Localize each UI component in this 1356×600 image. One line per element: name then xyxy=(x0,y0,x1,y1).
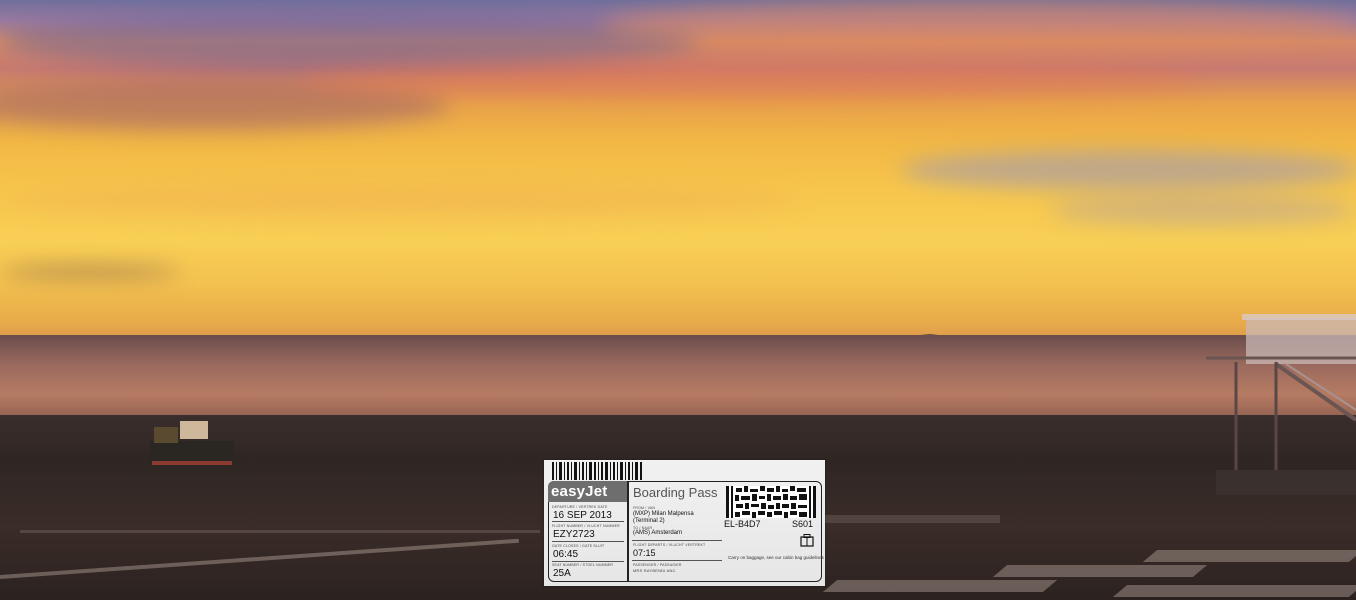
departs-label: FLIGHT DEPARTS / VLUCHT VERTREKT xyxy=(633,543,706,547)
runway-stripe xyxy=(820,515,1000,523)
brand-logo: easyJet xyxy=(551,483,608,500)
boarding-stairs xyxy=(1206,314,1356,495)
terminal: (Terminal 2) xyxy=(633,518,665,524)
boarding-pass: easyJet Boarding Pass DEPARTURE / VERTRE… xyxy=(544,460,825,586)
cabin-bag-icon xyxy=(800,534,814,547)
pass-divider xyxy=(627,481,629,582)
barcode xyxy=(552,462,642,480)
runway-dash xyxy=(20,530,540,533)
destination: (AMS) Amsterdam xyxy=(633,530,683,536)
passenger-name: MRS RAYBENDI ANC xyxy=(633,568,676,573)
cloud xyxy=(0,265,180,279)
runway-stripe xyxy=(1112,585,1356,597)
date-label: DEPARTURE / VERTREK DATE xyxy=(552,505,608,509)
cloud xyxy=(0,185,800,215)
2d-barcode xyxy=(726,486,816,518)
divider-line xyxy=(552,561,624,562)
seat-label: SEAT NUMBER / STOEL NUMMER xyxy=(552,563,614,567)
origin: (MXP) Milan Malpensa xyxy=(633,511,694,517)
divider-line xyxy=(552,521,624,522)
runway-stripe xyxy=(1142,550,1356,562)
flight-date: 16 SEP 2013 xyxy=(553,510,612,521)
fog-layer xyxy=(0,335,1356,420)
pass-title: Boarding Pass xyxy=(633,485,718,500)
gate-time: 06:45 xyxy=(553,549,579,560)
flight-label: FLIGHT NUMBER / VLUCHT NUMMER xyxy=(552,524,620,528)
passenger-label: PASSENGER / PASSAGIER xyxy=(633,563,682,567)
runway-stripe xyxy=(992,565,1208,577)
from-label: FROM / VAN xyxy=(633,506,656,510)
ground-vehicle xyxy=(150,421,234,465)
time-label: GATE CLOSES / GATE SLUIT xyxy=(552,544,605,548)
divider-line xyxy=(632,560,722,561)
divider-line xyxy=(632,540,722,541)
flight-number: EZY2723 xyxy=(553,529,595,540)
cloud xyxy=(600,0,1356,50)
airport-sunset-photo: easyJet Boarding Pass DEPARTURE / VERTRE… xyxy=(0,0,1356,600)
divider-line xyxy=(552,541,624,542)
departure-time: 07:15 xyxy=(633,548,656,558)
aircraft-code: EL-B4D7 xyxy=(724,519,761,529)
cloud xyxy=(900,150,1356,190)
sequence-code: S601 xyxy=(792,519,814,529)
cloud xyxy=(1050,195,1356,225)
cloud xyxy=(300,60,1200,100)
cabin-bag-note: Carry on baggage, see our cabin bag guid… xyxy=(728,555,824,560)
runway-stripe xyxy=(822,580,1058,592)
seat-number: 25A xyxy=(553,568,571,579)
